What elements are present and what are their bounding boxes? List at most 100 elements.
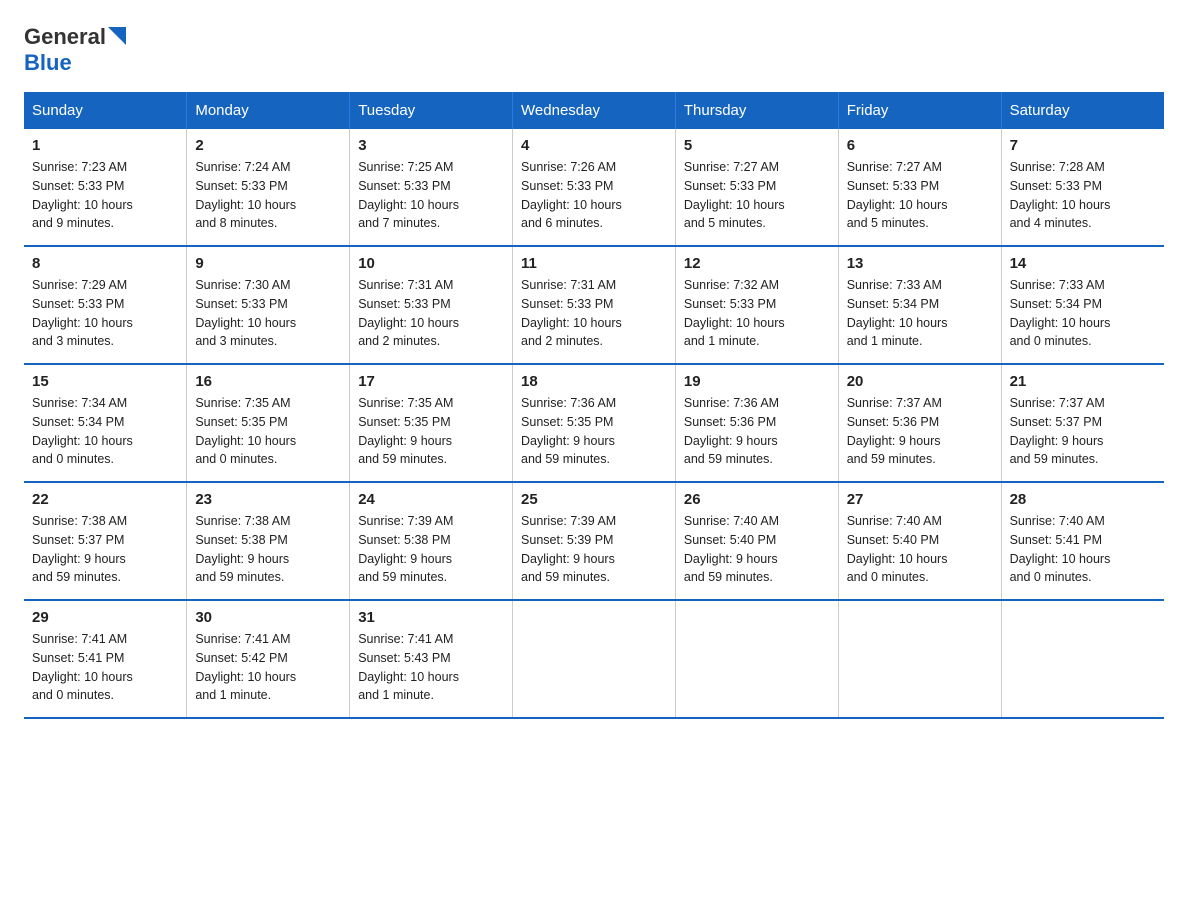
calendar-cell: 5 Sunrise: 7:27 AM Sunset: 5:33 PM Daylig… (675, 129, 838, 246)
weekday-header-sunday: Sunday (24, 92, 187, 129)
day-info: Sunrise: 7:23 AM Sunset: 5:33 PM Dayligh… (32, 158, 178, 233)
calendar-cell: 9 Sunrise: 7:30 AM Sunset: 5:33 PM Daylig… (187, 246, 350, 364)
day-number: 1 (32, 137, 178, 154)
calendar-cell: 20 Sunrise: 7:37 AM Sunset: 5:36 PM Dayli… (838, 364, 1001, 482)
day-number: 29 (32, 609, 178, 626)
day-number: 8 (32, 255, 178, 272)
day-info: Sunrise: 7:36 AM Sunset: 5:36 PM Dayligh… (684, 394, 830, 469)
calendar-cell: 29 Sunrise: 7:41 AM Sunset: 5:41 PM Dayli… (24, 600, 187, 718)
calendar-table: SundayMondayTuesdayWednesdayThursdayFrid… (24, 92, 1164, 719)
day-number: 30 (195, 609, 341, 626)
day-info: Sunrise: 7:27 AM Sunset: 5:33 PM Dayligh… (847, 158, 993, 233)
logo: General Blue (24, 24, 128, 76)
calendar-row-3: 22 Sunrise: 7:38 AM Sunset: 5:37 PM Dayli… (24, 482, 1164, 600)
day-info: Sunrise: 7:28 AM Sunset: 5:33 PM Dayligh… (1010, 158, 1156, 233)
weekday-header-row: SundayMondayTuesdayWednesdayThursdayFrid… (24, 92, 1164, 129)
day-number: 5 (684, 137, 830, 154)
calendar-cell (675, 600, 838, 718)
weekday-header-thursday: Thursday (675, 92, 838, 129)
day-info: Sunrise: 7:33 AM Sunset: 5:34 PM Dayligh… (1010, 276, 1156, 351)
logo-blue-text: Blue (24, 50, 72, 75)
calendar-cell: 10Sunrise: 7:31 AM Sunset: 5:33 PM Dayli… (350, 246, 513, 364)
day-number: 19 (684, 373, 830, 390)
day-info: Sunrise: 7:31 AM Sunset: 5:33 PM Dayligh… (358, 276, 504, 351)
calendar-cell: 30Sunrise: 7:41 AM Sunset: 5:42 PM Dayli… (187, 600, 350, 718)
calendar-row-2: 15 Sunrise: 7:34 AM Sunset: 5:34 PM Dayli… (24, 364, 1164, 482)
calendar-cell: 24 Sunrise: 7:39 AM Sunset: 5:38 PM Dayli… (350, 482, 513, 600)
day-number: 7 (1010, 137, 1156, 154)
weekday-header-tuesday: Tuesday (350, 92, 513, 129)
day-number: 23 (195, 491, 341, 508)
calendar-cell: 4 Sunrise: 7:26 AM Sunset: 5:33 PM Daylig… (513, 129, 676, 246)
day-info: Sunrise: 7:40 AM Sunset: 5:41 PM Dayligh… (1010, 512, 1156, 587)
weekday-header-wednesday: Wednesday (513, 92, 676, 129)
logo-triangle-icon (108, 27, 128, 47)
day-number: 6 (847, 137, 993, 154)
calendar-cell: 3Sunrise: 7:25 AM Sunset: 5:33 PM Daylig… (350, 129, 513, 246)
calendar-cell (513, 600, 676, 718)
calendar-cell: 25Sunrise: 7:39 AM Sunset: 5:39 PM Dayli… (513, 482, 676, 600)
calendar-row-0: 1 Sunrise: 7:23 AM Sunset: 5:33 PM Daylig… (24, 129, 1164, 246)
day-info: Sunrise: 7:37 AM Sunset: 5:37 PM Dayligh… (1010, 394, 1156, 469)
day-info: Sunrise: 7:40 AM Sunset: 5:40 PM Dayligh… (684, 512, 830, 587)
day-info: Sunrise: 7:27 AM Sunset: 5:33 PM Dayligh… (684, 158, 830, 233)
day-number: 26 (684, 491, 830, 508)
page-header: General Blue (24, 24, 1164, 76)
day-number: 9 (195, 255, 341, 272)
day-number: 17 (358, 373, 504, 390)
calendar-cell: 18 Sunrise: 7:36 AM Sunset: 5:35 PM Dayli… (513, 364, 676, 482)
day-number: 3 (358, 137, 504, 154)
calendar-cell: 15 Sunrise: 7:34 AM Sunset: 5:34 PM Dayli… (24, 364, 187, 482)
day-number: 2 (195, 137, 341, 154)
calendar-cell: 6 Sunrise: 7:27 AM Sunset: 5:33 PM Daylig… (838, 129, 1001, 246)
calendar-cell: 12Sunrise: 7:32 AM Sunset: 5:33 PM Dayli… (675, 246, 838, 364)
day-number: 25 (521, 491, 667, 508)
calendar-cell: 16Sunrise: 7:35 AM Sunset: 5:35 PM Dayli… (187, 364, 350, 482)
day-number: 13 (847, 255, 993, 272)
day-number: 27 (847, 491, 993, 508)
day-info: Sunrise: 7:29 AM Sunset: 5:33 PM Dayligh… (32, 276, 178, 351)
day-info: Sunrise: 7:31 AM Sunset: 5:33 PM Dayligh… (521, 276, 667, 351)
calendar-cell: 21 Sunrise: 7:37 AM Sunset: 5:37 PM Dayli… (1001, 364, 1164, 482)
day-info: Sunrise: 7:35 AM Sunset: 5:35 PM Dayligh… (195, 394, 341, 469)
day-number: 14 (1010, 255, 1156, 272)
day-info: Sunrise: 7:36 AM Sunset: 5:35 PM Dayligh… (521, 394, 667, 469)
calendar-cell: 11 Sunrise: 7:31 AM Sunset: 5:33 PM Dayli… (513, 246, 676, 364)
day-number: 20 (847, 373, 993, 390)
calendar-row-4: 29 Sunrise: 7:41 AM Sunset: 5:41 PM Dayli… (24, 600, 1164, 718)
day-info: Sunrise: 7:34 AM Sunset: 5:34 PM Dayligh… (32, 394, 178, 469)
day-number: 15 (32, 373, 178, 390)
day-info: Sunrise: 7:38 AM Sunset: 5:38 PM Dayligh… (195, 512, 341, 587)
day-number: 28 (1010, 491, 1156, 508)
calendar-cell (1001, 600, 1164, 718)
calendar-cell (838, 600, 1001, 718)
calendar-cell: 1 Sunrise: 7:23 AM Sunset: 5:33 PM Daylig… (24, 129, 187, 246)
day-info: Sunrise: 7:30 AM Sunset: 5:33 PM Dayligh… (195, 276, 341, 351)
calendar-cell: 27 Sunrise: 7:40 AM Sunset: 5:40 PM Dayli… (838, 482, 1001, 600)
calendar-cell: 23 Sunrise: 7:38 AM Sunset: 5:38 PM Dayli… (187, 482, 350, 600)
calendar-cell: 17 Sunrise: 7:35 AM Sunset: 5:35 PM Dayli… (350, 364, 513, 482)
day-number: 4 (521, 137, 667, 154)
day-number: 31 (358, 609, 504, 626)
calendar-cell: 22 Sunrise: 7:38 AM Sunset: 5:37 PM Dayli… (24, 482, 187, 600)
weekday-header-saturday: Saturday (1001, 92, 1164, 129)
calendar-cell: 28 Sunrise: 7:40 AM Sunset: 5:41 PM Dayli… (1001, 482, 1164, 600)
day-info: Sunrise: 7:37 AM Sunset: 5:36 PM Dayligh… (847, 394, 993, 469)
calendar-cell: 8 Sunrise: 7:29 AM Sunset: 5:33 PM Daylig… (24, 246, 187, 364)
day-number: 11 (521, 255, 667, 272)
calendar-cell: 7 Sunrise: 7:28 AM Sunset: 5:33 PM Daylig… (1001, 129, 1164, 246)
day-info: Sunrise: 7:33 AM Sunset: 5:34 PM Dayligh… (847, 276, 993, 351)
day-info: Sunrise: 7:35 AM Sunset: 5:35 PM Dayligh… (358, 394, 504, 469)
day-info: Sunrise: 7:41 AM Sunset: 5:41 PM Dayligh… (32, 630, 178, 705)
calendar-cell: 13 Sunrise: 7:33 AM Sunset: 5:34 PM Dayli… (838, 246, 1001, 364)
day-info: Sunrise: 7:39 AM Sunset: 5:38 PM Dayligh… (358, 512, 504, 587)
day-info: Sunrise: 7:26 AM Sunset: 5:33 PM Dayligh… (521, 158, 667, 233)
day-number: 18 (521, 373, 667, 390)
day-number: 22 (32, 491, 178, 508)
day-info: Sunrise: 7:38 AM Sunset: 5:37 PM Dayligh… (32, 512, 178, 587)
day-number: 12 (684, 255, 830, 272)
calendar-cell: 2Sunrise: 7:24 AM Sunset: 5:33 PM Daylig… (187, 129, 350, 246)
day-number: 21 (1010, 373, 1156, 390)
day-info: Sunrise: 7:40 AM Sunset: 5:40 PM Dayligh… (847, 512, 993, 587)
day-number: 24 (358, 491, 504, 508)
